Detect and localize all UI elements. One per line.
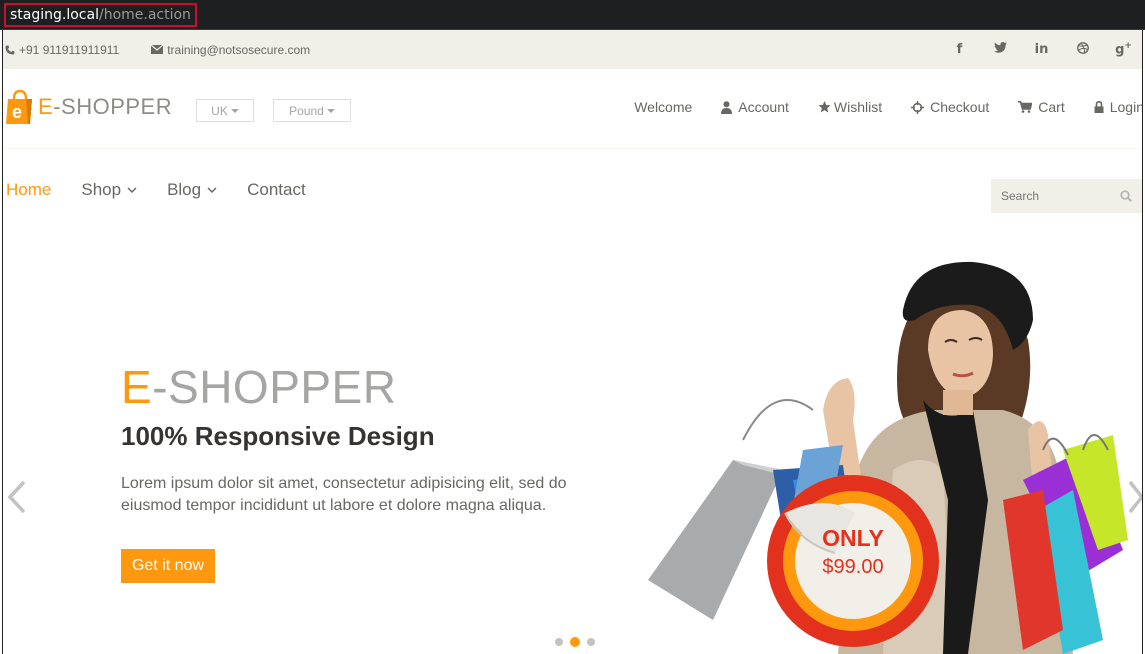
nav-wishlist[interactable]: Wishlist [818, 99, 882, 115]
chevron-down-icon [207, 186, 217, 193]
logo-text-rest: -SHOPPER [53, 94, 173, 119]
url-path: /home.action [98, 7, 191, 23]
nav-cart[interactable]: Cart [1018, 99, 1065, 115]
slide-subtitle: 100% Responsive Design [121, 421, 435, 451]
currency-label: Pound [289, 103, 324, 118]
slider-prev-control[interactable] [7, 480, 27, 519]
hero-slider: E-SHOPPER 100% Responsive Design Lorem i… [3, 230, 1142, 654]
country-dropdown[interactable]: UK [196, 99, 254, 122]
account-nav: Welcome Account Wishlist Checkout Cart L… [634, 99, 1143, 115]
caret-down-icon [230, 108, 239, 113]
menu-blog[interactable]: Blog [167, 180, 217, 200]
twitter-icon[interactable] [980, 42, 1021, 57]
nav-account-label: Account [738, 99, 789, 115]
menu-shop-label: Shop [81, 180, 122, 199]
slider-dot-2[interactable] [570, 637, 580, 647]
dribbble-icon[interactable] [1062, 41, 1103, 58]
menu-blog-label: Blog [167, 180, 202, 199]
nav-checkout[interactable]: Checkout [911, 99, 989, 115]
slide-title: E-SHOPPER [121, 360, 396, 414]
currency-dropdown[interactable]: Pound [273, 99, 351, 122]
browser-address-bar[interactable]: staging.local/home.action [0, 0, 1145, 30]
slide-description: Lorem ipsum dolor sit amet, consectetur … [121, 475, 567, 514]
header-top-bar: +91 911911911911 training@notsosecure.co… [3, 30, 1142, 69]
search-box [991, 179, 1142, 213]
country-label: UK [211, 103, 228, 118]
contact-info: +91 911911911911 training@notsosecure.co… [5, 43, 342, 57]
shopping-cart-icon [1018, 101, 1033, 113]
nav-login[interactable]: Login [1094, 99, 1143, 115]
phone-contact: +91 911911911911 [5, 43, 119, 57]
logo-text-e: E [38, 94, 54, 119]
nav-checkout-label: Checkout [930, 99, 990, 115]
logo-letter: e [12, 102, 22, 122]
menu-home[interactable]: Home [6, 180, 51, 200]
slide-title-e: E [121, 361, 153, 413]
chevron-down-icon [127, 186, 137, 193]
url-field[interactable]: staging.local/home.action [4, 3, 197, 27]
nav-cart-label: Cart [1038, 99, 1065, 115]
badge-only-text: ONLY [822, 525, 884, 551]
nav-welcome-label: Welcome [634, 99, 693, 115]
get-it-now-button[interactable]: Get it now [121, 549, 215, 583]
page-viewport: +91 911911911911 training@notsosecure.co… [2, 30, 1143, 654]
url-host: staging.local [10, 7, 99, 23]
menu-home-label: Home [6, 180, 52, 199]
menu-shop[interactable]: Shop [81, 180, 137, 200]
envelope-icon [151, 45, 164, 54]
slide-title-rest: -SHOPPER [152, 361, 397, 413]
menu-contact-label: Contact [247, 180, 306, 199]
nav-welcome[interactable]: Welcome [634, 99, 692, 115]
chevron-left-icon [7, 480, 26, 514]
phone-icon [5, 45, 15, 54]
email-contact[interactable]: training@notsosecure.com [151, 43, 310, 57]
logo-text: E-SHOPPER [38, 94, 172, 120]
search-icon[interactable] [1120, 190, 1132, 202]
price-badge: ONLY $99.00 [765, 473, 941, 649]
caret-down-icon [326, 108, 335, 113]
email-address: training@notsosecure.com [167, 42, 311, 57]
slider-dot-1[interactable] [555, 638, 563, 646]
social-links: f in g+ [939, 30, 1142, 69]
user-icon [721, 100, 733, 114]
site-logo[interactable]: e E-SHOPPER [6, 89, 172, 125]
shopping-bag-logo-icon: e [6, 89, 34, 125]
star-icon [818, 101, 831, 113]
crosshairs-icon [911, 100, 925, 114]
nav-wishlist-label: Wishlist [833, 99, 883, 115]
search-input[interactable] [991, 189, 1111, 203]
google-plus-icon[interactable]: g+ [1103, 41, 1142, 57]
facebook-icon[interactable]: f [939, 42, 980, 57]
header-middle: e E-SHOPPER UK Pound Welcome Account Wis… [3, 69, 1143, 149]
nav-login-label: Login [1109, 99, 1143, 115]
linkedin-icon[interactable]: in [1021, 42, 1062, 57]
badge-price-text: $99.00 [822, 556, 884, 578]
main-menu: Home Shop Blog Contact [6, 180, 336, 200]
slider-dot-3[interactable] [587, 638, 595, 646]
lock-icon [1094, 101, 1104, 113]
slider-indicators [555, 637, 602, 647]
menu-contact[interactable]: Contact [247, 180, 306, 200]
phone-number: +91 911911911911 [19, 42, 120, 57]
nav-account[interactable]: Account [721, 99, 789, 115]
